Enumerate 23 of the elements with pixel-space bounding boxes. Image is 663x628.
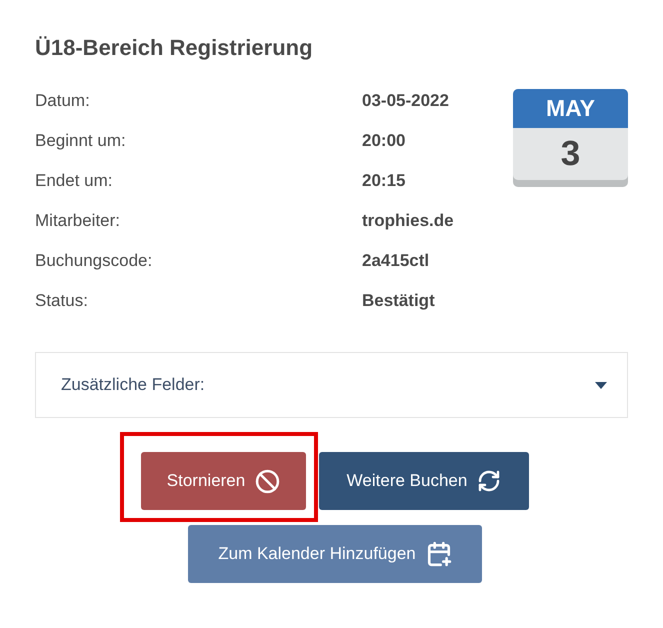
detail-value: Bestätigt xyxy=(362,290,435,312)
detail-value: 20:00 xyxy=(362,130,406,152)
page-title: Ü18-Bereich Registrierung xyxy=(35,34,314,62)
add-to-calendar-button[interactable]: Zum Kalender Hinzufügen xyxy=(188,525,482,583)
refresh-icon xyxy=(477,469,502,493)
detail-value: 20:15 xyxy=(362,170,406,192)
detail-value: 2a415ctl xyxy=(362,250,430,272)
no-entry-icon xyxy=(255,468,280,494)
calendar-month: MAY xyxy=(513,89,628,128)
detail-label: Mitarbeiter: xyxy=(35,210,120,232)
calendar-day: 3 xyxy=(513,128,628,180)
detail-label: Endet um: xyxy=(35,170,112,192)
additional-fields-toggle[interactable]: Zusätzliche Felder: xyxy=(35,352,628,418)
calendar-plus-icon xyxy=(426,541,452,567)
cancel-button[interactable]: Stornieren xyxy=(141,452,306,510)
detail-label: Status: xyxy=(35,290,88,312)
detail-label: Beginnt um: xyxy=(35,130,126,152)
caret-icon xyxy=(595,382,607,388)
detail-value: 03-05-2022 xyxy=(362,90,449,112)
detail-value: trophies.de xyxy=(362,210,454,232)
detail-label: Buchungscode: xyxy=(35,250,152,272)
detail-label: Datum: xyxy=(35,90,90,112)
rebook-button[interactable]: Weitere Buchen xyxy=(319,452,529,510)
